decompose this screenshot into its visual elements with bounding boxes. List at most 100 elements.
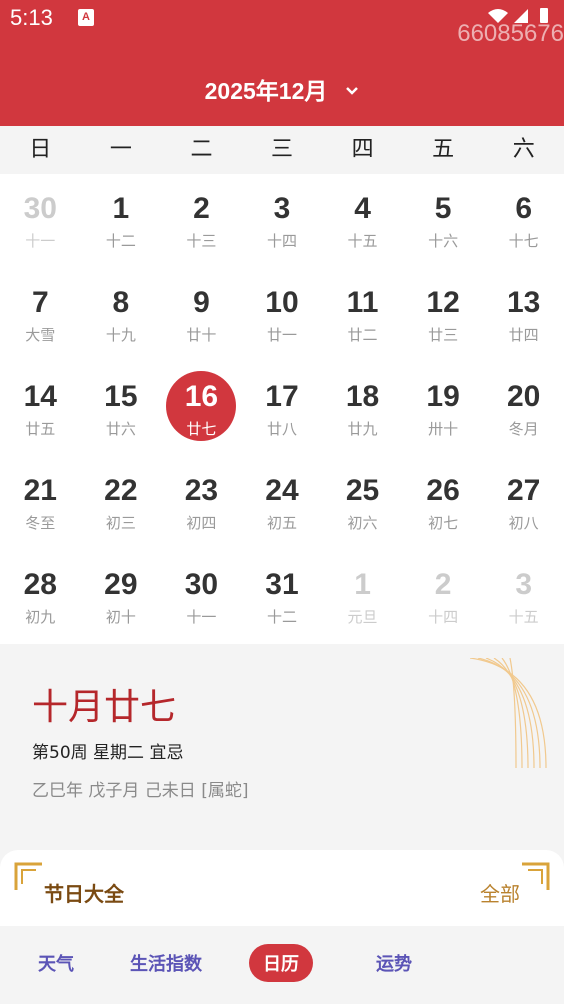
day-number: 31 <box>265 568 299 601</box>
day-cell[interactable]: 5 十六 <box>403 174 484 268</box>
day-cell[interactable]: 3 十四 <box>242 174 323 268</box>
lunar-day: 初十 <box>105 608 136 626</box>
day-number: 25 <box>345 474 380 507</box>
day-cell[interactable]: 27 初八 <box>483 456 564 550</box>
day-number: 21 <box>23 474 57 507</box>
lunar-day: 冬至 <box>25 514 56 532</box>
corner-ornament-icon <box>522 862 550 890</box>
day-cell[interactable]: 2 十三 <box>161 174 242 268</box>
lunar-day: 初五 <box>266 514 297 532</box>
day-cell[interactable]: 6 十七 <box>483 174 564 268</box>
lunar-day: 十二 <box>266 608 297 626</box>
day-cell-selected[interactable]: 16 廿七 <box>161 362 242 456</box>
tab-weather[interactable]: 天气 <box>38 950 74 976</box>
month-selector[interactable]: 2025年12月 <box>0 72 564 106</box>
day-number: 11 <box>346 286 379 319</box>
month-title: 2025年12月 <box>204 78 328 104</box>
day-number: 17 <box>265 380 299 413</box>
day-number: 13 <box>506 286 541 319</box>
day-cell[interactable]: 15 廿六 <box>81 362 162 456</box>
day-number: 23 <box>184 474 219 507</box>
day-number: 9 <box>193 286 210 319</box>
day-number: 2 <box>434 568 452 601</box>
day-cell[interactable]: 1 十二 <box>81 174 162 268</box>
day-cell[interactable]: 28 初九 <box>0 550 81 644</box>
day-cell[interactable]: 22 初三 <box>81 456 162 550</box>
lunar-day: 初四 <box>186 514 217 532</box>
day-number: 2 <box>193 192 210 225</box>
day-cell[interactable]: 8 十九 <box>81 268 162 362</box>
day-cell[interactable]: 25 初六 <box>322 456 403 550</box>
lunar-day: 十一 <box>25 232 56 250</box>
lunar-day: 初六 <box>347 514 378 532</box>
day-cell[interactable]: 1 元旦 <box>322 550 403 644</box>
lunar-day: 元旦 <box>347 608 378 626</box>
day-number: 1 <box>112 192 130 225</box>
day-number: 8 <box>112 286 130 319</box>
day-cell[interactable]: 19 卅十 <box>403 362 484 456</box>
lunar-day: 廿六 <box>105 420 136 438</box>
day-cell[interactable]: 10 廿一 <box>242 268 323 362</box>
lunar-day: 冬月 <box>508 420 539 438</box>
tab-fortune[interactable]: 运势 <box>376 950 412 976</box>
day-number: 28 <box>23 568 57 601</box>
day-number: 3 <box>515 568 532 601</box>
day-number: 20 <box>506 380 541 413</box>
day-cell[interactable]: 31 十二 <box>242 550 323 644</box>
day-number: 5 <box>434 192 452 225</box>
day-number: 30 <box>184 568 219 601</box>
day-cell[interactable]: 30 十一 <box>0 174 81 268</box>
app-notification-icon: A <box>78 9 94 26</box>
day-cell[interactable]: 18 廿九 <box>322 362 403 456</box>
day-cell[interactable]: 12 廿三 <box>403 268 484 362</box>
lunar-day: 廿一 <box>266 326 297 344</box>
lunar-day: 初七 <box>428 514 459 532</box>
day-number: 14 <box>23 380 57 413</box>
lunar-day: 十四 <box>428 608 459 626</box>
festival-card: 节日大全 全部 <box>0 850 564 930</box>
lunar-day: 初三 <box>105 514 136 532</box>
day-number: 1 <box>354 568 371 601</box>
weekday-label: 二 <box>190 137 213 162</box>
day-number: 6 <box>515 192 532 225</box>
day-number: 18 <box>345 380 380 413</box>
day-cell[interactable]: 17 廿八 <box>242 362 323 456</box>
view-all-button[interactable]: 全部 <box>480 878 520 907</box>
day-cell[interactable]: 7 大雪 <box>0 268 81 362</box>
day-cell[interactable]: 23 初四 <box>161 456 242 550</box>
day-number: 27 <box>506 474 541 507</box>
day-cell[interactable]: 20 冬月 <box>483 362 564 456</box>
day-cell[interactable]: 2 十四 <box>403 550 484 644</box>
day-cell[interactable]: 3 十五 <box>483 550 564 644</box>
lunar-day: 廿二 <box>347 326 378 344</box>
day-cell[interactable]: 21 冬至 <box>0 456 81 550</box>
weekday-label: 日 <box>29 137 52 162</box>
day-cell[interactable]: 4 十五 <box>322 174 403 268</box>
lunar-day: 廿八 <box>266 420 297 438</box>
day-cell[interactable]: 13 廿四 <box>483 268 564 362</box>
festival-title: 节日大全 <box>44 882 124 906</box>
day-cell[interactable]: 26 初七 <box>403 456 484 550</box>
day-cell[interactable]: 11 廿二 <box>322 268 403 362</box>
tab-life-index[interactable]: 生活指数 <box>130 950 202 976</box>
lunar-day: 十一 <box>186 608 217 626</box>
weekday-label: 一 <box>109 137 132 162</box>
day-cell[interactable]: 30 十一 <box>161 550 242 644</box>
weekday-header: 日 一 二 三 四 五 六 <box>0 126 564 174</box>
day-cell[interactable]: 14 廿五 <box>0 362 81 456</box>
ganzhi-text: 乙巳年 戊子月 己未日 [属蛇] <box>32 781 249 801</box>
day-number: 12 <box>426 286 460 319</box>
lunar-day: 十六 <box>428 232 459 250</box>
day-number: 30 <box>23 192 57 225</box>
tab-calendar[interactable]: 日历 <box>249 944 313 982</box>
day-cell[interactable]: 29 初十 <box>81 550 162 644</box>
day-cell[interactable]: 9 廿十 <box>161 268 242 362</box>
day-number: 29 <box>104 568 138 601</box>
lunar-day: 十五 <box>508 608 539 626</box>
day-number: 7 <box>31 286 49 319</box>
lunar-date: 十月廿七 <box>32 687 177 728</box>
day-cell[interactable]: 24 初五 <box>242 456 323 550</box>
week-info[interactable]: 第50周 星期二 宜忌 <box>32 738 183 763</box>
day-number: 22 <box>104 474 138 507</box>
lunar-day: 初九 <box>25 608 56 626</box>
